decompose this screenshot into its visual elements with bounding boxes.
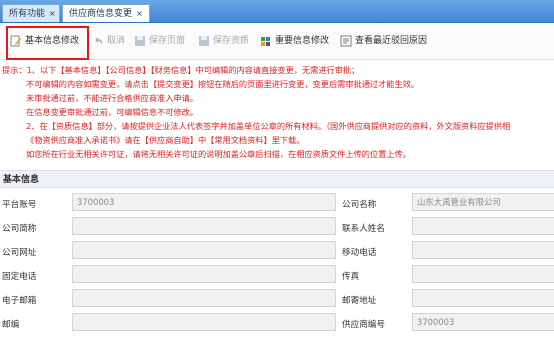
- view-reason-icon: [340, 35, 352, 47]
- company-website-field[interactable]: [72, 241, 336, 259]
- save-icon: [134, 35, 146, 47]
- field-label: 公司名称: [342, 200, 377, 210]
- notice-line: 不可编辑的内容如需变更，请点击【提交变更】按钮在随后的页面里进行变更，变更后需审…: [26, 79, 420, 89]
- notice-line: 《物资供应商准入承诺书》请在【供应商自助】中【常用文档资料】里下载。: [26, 135, 305, 145]
- notice-line: 2、在【资质信息】部分，请按提供企业法人代表签字并加盖单位公章的所有材料。（国外…: [26, 121, 511, 131]
- save-page-button[interactable]: 保存页面: [134, 33, 185, 49]
- notice-line: 如您所在行业无相关许可证，请将无相关许可证的说明加盖公章后扫描，在相应资质文件上…: [26, 149, 411, 159]
- field-label: 公司网址: [2, 248, 37, 258]
- save-icon: [198, 35, 210, 47]
- field-label: 邮寄地址: [342, 296, 377, 306]
- field-label: 联系人姓名: [342, 224, 385, 234]
- important-info-edit-button[interactable]: 重要信息修改: [260, 33, 329, 49]
- tab-strip: 所有功能 × 供应商信息变更 ×: [0, 0, 554, 23]
- mobile-phone-field[interactable]: [412, 241, 554, 259]
- postal-code-field[interactable]: [72, 313, 336, 331]
- platform-account-field[interactable]: 3700003: [72, 193, 336, 211]
- important-edit-icon: [260, 35, 272, 47]
- tab-label: 供应商信息变更: [69, 9, 133, 19]
- form-row: 公司网址 移动电话: [0, 241, 554, 263]
- toolbar-label: 查看最近驳回原因: [355, 36, 428, 46]
- form-row: 邮编 供应商编号 3700003: [0, 313, 554, 335]
- cancel-button[interactable]: 取消: [92, 33, 125, 49]
- email-field[interactable]: [72, 289, 336, 307]
- field-label: 公司简称: [2, 224, 37, 234]
- form-row: 电子邮箱 邮寄地址: [0, 289, 554, 311]
- edit-doc-icon: [10, 35, 22, 47]
- landline-phone-field[interactable]: [72, 265, 336, 283]
- field-label: 平台账号: [2, 200, 37, 210]
- company-name-field[interactable]: 山东大禹管业有限公司: [412, 193, 554, 211]
- field-label: 电子邮箱: [2, 296, 37, 306]
- toolbar-label: 取消: [107, 36, 126, 46]
- notice-line: 提示：1、以下【基本信息】【公司信息】【财务信息】中可编辑的内容请直接变更，无需…: [2, 65, 360, 75]
- toolbar-label: 基本信息修改: [25, 36, 80, 46]
- field-label: 供应商编号: [342, 320, 385, 330]
- form-row: 公司简称 联系人姓名: [0, 217, 554, 239]
- view-reject-reason-button[interactable]: 查看最近驳回原因: [340, 33, 427, 49]
- undo-icon: [92, 35, 104, 47]
- field-label: 移动电话: [342, 248, 377, 258]
- section-title: 基本信息: [0, 170, 554, 188]
- field-label: 邮编: [2, 320, 20, 330]
- field-label: 传真: [342, 272, 360, 282]
- contact-name-field[interactable]: [412, 217, 554, 235]
- close-icon[interactable]: ×: [49, 9, 56, 18]
- field-label: 固定电话: [2, 272, 37, 282]
- form-row: 平台账号 3700003 公司名称 山东大禹管业有限公司: [0, 193, 554, 215]
- basic-info-edit-button[interactable]: 基本信息修改: [10, 33, 79, 49]
- tab-label: 所有功能: [9, 9, 46, 19]
- tab-all-functions[interactable]: 所有功能 ×: [2, 4, 60, 22]
- toolbar: 基本信息修改 取消 保存页面 保存资质 重要信息修改 查看最近驳回原因: [0, 23, 554, 60]
- supplier-number-field[interactable]: 3700003: [412, 313, 554, 331]
- toolbar-label: 保存资质: [213, 36, 250, 46]
- company-short-name-field[interactable]: [72, 217, 336, 235]
- save-qualification-button[interactable]: 保存资质: [198, 33, 249, 49]
- notice-line: 在信息变更审批通过前，可编辑信息不可修改。: [26, 107, 198, 117]
- close-icon[interactable]: ×: [136, 9, 143, 18]
- form-row: 固定电话 传真: [0, 265, 554, 287]
- notice-line: 未审批通过前，不能进行合格供应商准入申请。: [26, 93, 198, 103]
- toolbar-label: 保存页面: [149, 36, 186, 46]
- toolbar-label: 重要信息修改: [275, 36, 330, 46]
- mailing-address-field[interactable]: [412, 289, 554, 307]
- tab-supplier-info-change[interactable]: 供应商信息变更 ×: [62, 4, 150, 22]
- fax-field[interactable]: [412, 265, 554, 283]
